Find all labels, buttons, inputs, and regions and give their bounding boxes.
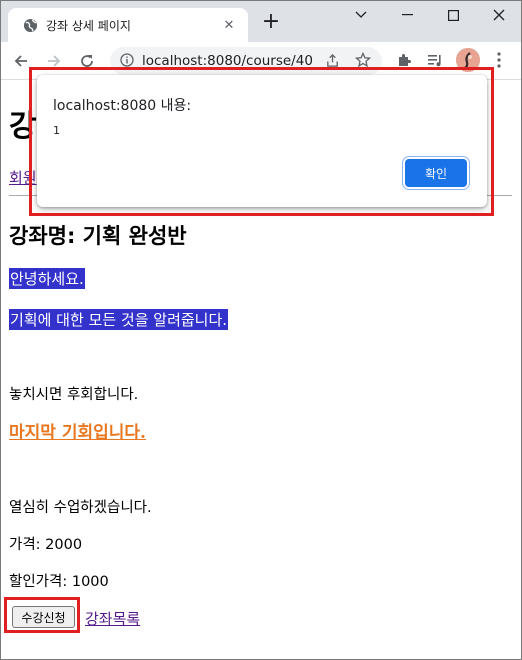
description-line-miss: 놓치시면 후회합니다. <box>9 387 139 403</box>
dialog-message: 1 <box>53 124 60 137</box>
enroll-button[interactable]: 수강신청 <box>12 606 75 628</box>
forward-icon[interactable] <box>41 48 67 74</box>
site-info-icon[interactable] <box>120 52 134 71</box>
extensions-icon[interactable] <box>392 48 416 72</box>
bookmark-star-icon[interactable] <box>351 48 375 72</box>
more-options-icon[interactable] <box>487 48 511 72</box>
browser-tab[interactable]: 강좌 상세 페이지 ✕ <box>8 8 248 42</box>
dialog-title: localhost:8080 내용: <box>53 98 192 114</box>
tab-title: 강좌 상세 페이지 <box>46 18 131 33</box>
description-line-study: 열심히 수업하겠습니다. <box>9 500 152 516</box>
globe-icon <box>22 17 38 33</box>
course-title: 강좌명: 기획 완성반 <box>9 224 187 248</box>
media-queue-icon[interactable] <box>423 48 447 72</box>
close-window-icon[interactable] <box>476 0 522 30</box>
price-text: 가격: 2000 <box>9 537 83 553</box>
url-text[interactable]: localhost:8080/course/40 <box>142 53 382 69</box>
page-heading: 강 <box>9 109 37 144</box>
intro-highlight-1: 안녕하세요. <box>9 268 85 289</box>
new-tab-icon[interactable]: + <box>259 11 283 35</box>
share-icon[interactable] <box>320 48 344 72</box>
course-list-link[interactable]: 강좌목록 <box>85 608 140 629</box>
tab-search-icon[interactable] <box>338 0 384 30</box>
profile-avatar[interactable] <box>456 48 480 72</box>
reload-icon[interactable] <box>74 48 100 74</box>
sale-price-text: 할인가격: 1000 <box>9 574 109 590</box>
member-link[interactable]: 회원 <box>9 167 37 188</box>
dialog-ok-button[interactable]: 확인 <box>405 159 467 187</box>
minimize-icon[interactable] <box>384 0 430 30</box>
tab-close-icon[interactable]: ✕ <box>220 18 238 33</box>
last-chance-text: 마지막 기회입니다. <box>9 423 146 443</box>
maximize-icon[interactable] <box>430 0 476 30</box>
alert-dialog: localhost:8080 내용: 1 확인 <box>37 75 487 207</box>
intro-highlight-2: 기획에 대한 모든 것을 알려줍니다. <box>9 309 229 330</box>
back-icon[interactable] <box>8 48 34 74</box>
tab-strip: 강좌 상세 페이지 ✕ + <box>0 0 522 42</box>
